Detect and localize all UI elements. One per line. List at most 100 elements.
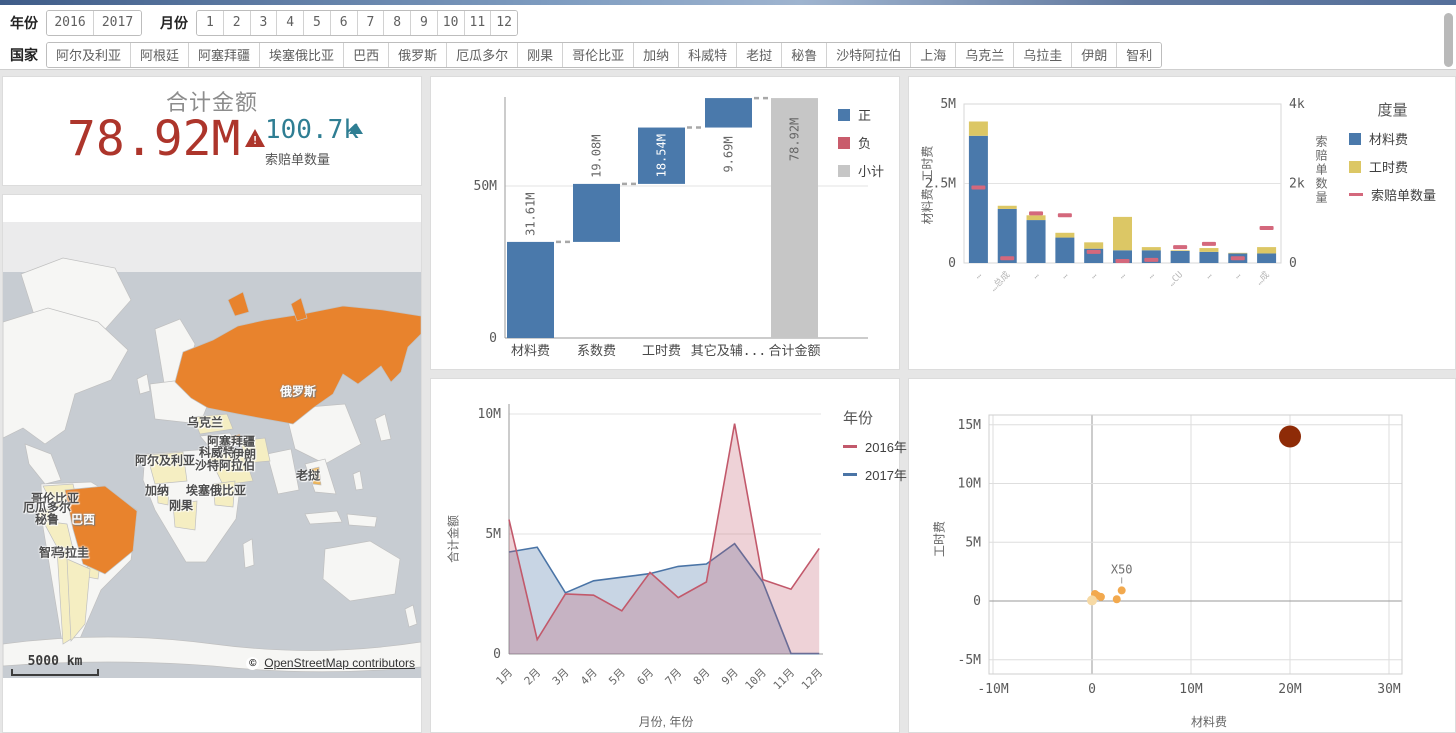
month-filter-button[interactable]: 1 <box>197 11 224 35</box>
filterbar-scrollbar[interactable] <box>1444 13 1453 67</box>
legend-item[interactable]: 材料费 <box>1349 129 1436 148</box>
combo-bar-labor[interactable] <box>1055 233 1074 238</box>
svg-text:-10M: -10M <box>977 682 1008 697</box>
svg-text:…: … <box>1146 270 1157 281</box>
kpi-secondary-value: 100.7k <box>265 115 359 145</box>
combo-bar-labor[interactable] <box>1027 215 1046 220</box>
country-filter-button[interactable]: 老挝 <box>737 43 782 67</box>
month-filter-button[interactable]: 7 <box>358 11 385 35</box>
filter-row-year-month: 年份 20162017 月份 123456789101112 <box>0 7 1456 38</box>
combo-claims-tick[interactable] <box>1058 213 1072 217</box>
waterfall-bar[interactable] <box>573 184 620 242</box>
combo-bar-labor[interactable] <box>1171 250 1190 251</box>
month-filter-button[interactable]: 4 <box>277 11 304 35</box>
legend-item[interactable]: 2017年 <box>843 465 907 484</box>
combo-claims-tick[interactable] <box>1260 226 1274 230</box>
country-filter-button[interactable]: 伊朗 <box>1072 43 1117 67</box>
combo-bar-labor[interactable] <box>1084 242 1103 248</box>
waterfall-bar[interactable] <box>507 242 554 338</box>
waterfall-bar[interactable] <box>705 98 752 127</box>
waterfall-chart[interactable]: 050M31.61M19.08M18.54M9.69M78.92M材料费系数费工… <box>431 77 899 369</box>
month-filter-button[interactable]: 5 <box>304 11 331 35</box>
month-filter-button[interactable]: 2 <box>224 11 251 35</box>
legend-item[interactable]: 正 <box>838 105 884 124</box>
country-filter-button[interactable]: 乌克兰 <box>956 43 1014 67</box>
scatter-point[interactable] <box>1279 426 1301 448</box>
combo-claims-tick[interactable] <box>1029 211 1043 215</box>
svg-text:…: … <box>1117 270 1128 281</box>
combo-bar-labor[interactable] <box>1199 248 1218 252</box>
svg-text:10M: 10M <box>1179 682 1203 697</box>
square-swatch-icon <box>838 137 850 149</box>
country-filter-button[interactable]: 厄瓜多尔 <box>447 43 518 67</box>
world-map[interactable]: 俄罗斯乌克兰阿塞拜疆科威特伊朗沙特阿拉伯阿尔及利亚老挝加纳埃塞俄比亚刚果哥伦比亚… <box>3 222 421 678</box>
square-swatch-icon <box>1349 161 1361 173</box>
combo-bar-material[interactable] <box>969 136 988 263</box>
map-canvas <box>3 222 421 678</box>
combo-claims-tick[interactable] <box>1144 258 1158 262</box>
combo-bar-labor[interactable] <box>1113 217 1132 250</box>
area-chart-panel: 05M10M1月2月3月4月5月6月7月8月9月10月11月12月 合计金额 月… <box>430 378 900 733</box>
country-filter-button[interactable]: 科威特 <box>679 43 737 67</box>
month-filter-button[interactable]: 8 <box>384 11 411 35</box>
scatter-chart[interactable]: -10M010M20M30M-5M05M10M15MX50 <box>909 379 1455 732</box>
country-filter-button[interactable]: 沙特阿拉伯 <box>827 43 911 67</box>
scatter-point[interactable] <box>1113 595 1121 603</box>
country-filter-button[interactable]: 上海 <box>911 43 956 67</box>
dash-swatch-icon <box>1349 193 1363 196</box>
combo-claims-tick[interactable] <box>1116 259 1130 263</box>
combo-claims-tick[interactable] <box>1087 250 1101 254</box>
legend-item[interactable]: 2016年 <box>843 437 907 456</box>
month-filter-button[interactable]: 12 <box>491 11 517 35</box>
svg-text:8月: 8月 <box>691 666 713 688</box>
combo-bar-material[interactable] <box>998 209 1017 263</box>
combo-bar-labor[interactable] <box>1257 247 1276 253</box>
combo-bar-material[interactable] <box>1257 253 1276 263</box>
combo-bar-labor[interactable] <box>1142 247 1161 250</box>
country-filter-button[interactable]: 阿尔及利亚 <box>47 43 131 67</box>
combo-claims-tick[interactable] <box>1173 245 1187 249</box>
country-filter-button[interactable]: 乌拉圭 <box>1014 43 1072 67</box>
osm-attribution-link[interactable]: OpenStreetMap contributors <box>264 656 415 670</box>
country-filter-button[interactable]: 秘鲁 <box>782 43 827 67</box>
year-filter-button[interactable]: 2016 <box>47 11 94 35</box>
legend-item[interactable]: 负 <box>838 133 884 152</box>
combo-legend-title: 度量 <box>1349 99 1436 120</box>
country-filter-button[interactable]: 阿根廷 <box>131 43 189 67</box>
legend-item[interactable]: 索赔单数量 <box>1349 185 1436 204</box>
country-filter-button[interactable]: 智利 <box>1117 43 1161 67</box>
year-filter-button[interactable]: 2017 <box>94 11 141 35</box>
scatter-point[interactable] <box>1118 586 1126 594</box>
combo-claims-tick[interactable] <box>1000 256 1014 260</box>
area-chart[interactable]: 05M10M1月2月3月4月5月6月7月8月9月10月11月12月 <box>431 379 899 732</box>
scatter-point[interactable] <box>1097 593 1105 601</box>
month-filter-button[interactable]: 3 <box>251 11 278 35</box>
country-filter-button[interactable]: 俄罗斯 <box>389 43 447 67</box>
country-filter-button[interactable]: 哥伦比亚 <box>563 43 634 67</box>
area-series-fill[interactable] <box>509 424 819 654</box>
combo-bar-labor[interactable] <box>969 121 988 135</box>
svg-text:4月: 4月 <box>578 666 600 688</box>
country-filter-button[interactable]: 埃塞俄比亚 <box>260 43 344 67</box>
combo-bar-labor[interactable] <box>1228 253 1247 254</box>
combo-bar-material[interactable] <box>1055 238 1074 263</box>
month-filter-button[interactable]: 9 <box>411 11 438 35</box>
legend-item[interactable]: 工时费 <box>1349 157 1436 176</box>
legend-item[interactable]: 小计 <box>838 161 884 180</box>
combo-bar-material[interactable] <box>1027 220 1046 263</box>
country-filter-button[interactable]: 刚果 <box>518 43 563 67</box>
scatter-point[interactable] <box>1087 595 1097 605</box>
country-filter-button[interactable]: 加纳 <box>634 43 679 67</box>
month-filter-button[interactable]: 10 <box>438 11 465 35</box>
combo-bar-material[interactable] <box>1171 251 1190 263</box>
country-filter-button[interactable]: 巴西 <box>344 43 389 67</box>
month-filter-button[interactable]: 6 <box>331 11 358 35</box>
month-filter-button[interactable]: 11 <box>465 11 492 35</box>
combo-bar-labor[interactable] <box>998 206 1017 209</box>
svg-text:15M: 15M <box>958 418 982 433</box>
combo-claims-tick[interactable] <box>971 185 985 189</box>
combo-bar-material[interactable] <box>1199 252 1218 263</box>
combo-claims-tick[interactable] <box>1202 242 1216 246</box>
combo-claims-tick[interactable] <box>1231 256 1245 260</box>
country-filter-button[interactable]: 阿塞拜疆 <box>189 43 260 67</box>
